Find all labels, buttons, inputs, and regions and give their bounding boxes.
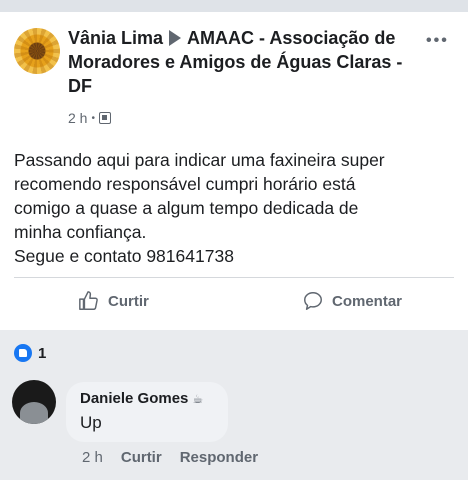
like-reaction-icon: [14, 344, 32, 362]
more-options-button[interactable]: •••: [426, 32, 449, 50]
reactions-summary[interactable]: 1: [14, 344, 46, 362]
like-button[interactable]: Curtir: [78, 290, 149, 312]
author-name[interactable]: Vânia Lima: [68, 28, 163, 48]
post-meta: 2 h •: [68, 110, 111, 126]
comment-bubble-icon: [304, 292, 322, 310]
comment-time[interactable]: 2 h: [82, 449, 103, 466]
comment-button[interactable]: Comentar: [302, 290, 402, 312]
reaction-count: 1: [38, 344, 47, 362]
post-text-line: minha confiança.: [14, 222, 147, 242]
coffee-icon: ☕: [192, 391, 204, 406]
comment-reply-button[interactable]: Responder: [180, 449, 258, 466]
commenter-avatar[interactable]: [12, 380, 56, 424]
commenter-name[interactable]: Daniele Gomes: [80, 390, 188, 407]
post-text-line: Segue e contato 981641738: [14, 246, 234, 266]
comment-label: Comentar: [332, 292, 403, 310]
thumbs-up-icon: [79, 291, 98, 310]
top-strip: [0, 0, 468, 12]
comment-bubble: Daniele Gomes ☕ Up: [66, 382, 228, 442]
post-card: Vânia Lima AMAAC - Associação de Moradore…: [0, 12, 468, 330]
comment-actions: 2 h Curtir Responder: [82, 449, 258, 466]
arrow-right-icon: [169, 30, 182, 46]
post-time[interactable]: 2 h: [68, 110, 87, 126]
action-divider: [14, 277, 454, 278]
meta-separator: •: [91, 112, 95, 124]
like-label: Curtir: [108, 292, 149, 310]
post-text-line: Passando aqui para indicar uma faxineira…: [14, 150, 385, 170]
post-body: Passando aqui para indicar uma faxineira…: [14, 148, 454, 268]
author-avatar[interactable]: [14, 28, 60, 74]
post-text-line: recomendo responsável cumpri horário est…: [14, 174, 356, 194]
comment-like-button[interactable]: Curtir: [121, 449, 162, 466]
post-header: Vânia Lima AMAAC - Associação de Moradore…: [68, 26, 408, 98]
group-privacy-icon: [98, 112, 111, 124]
commenter-row: Daniele Gomes ☕: [80, 390, 214, 407]
post-text-line: comigo a quase a algum tempo dedicada de: [14, 198, 359, 218]
comment-text: Up: [80, 413, 102, 432]
